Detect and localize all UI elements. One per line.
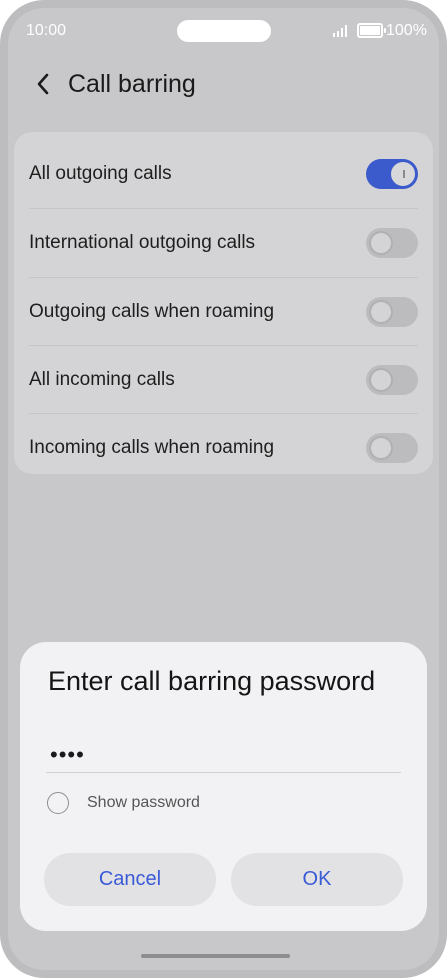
item-label: International outgoing calls [29,232,256,253]
show-password-checkbox[interactable] [47,792,69,814]
status-bar: 10:00 100% [8,8,439,52]
battery-icon [357,23,386,38]
list-item-all-incoming[interactable]: All incoming calls [29,346,418,414]
show-password-label[interactable]: Show password [87,794,200,812]
password-dialog: Enter call barring password •••• Show pa… [20,642,427,931]
home-indicator[interactable] [141,954,290,958]
ok-button[interactable]: OK [231,853,403,906]
chevron-left-icon[interactable] [32,72,56,96]
battery-percentage: 100% [386,22,427,39]
item-label: Incoming calls when roaming [29,437,275,458]
toggle-all-outgoing[interactable] [366,159,418,189]
toggle-international-outgoing[interactable] [366,228,418,258]
list-item-international-outgoing[interactable]: International outgoing calls [29,209,418,277]
status-time: 10:00 [26,22,67,39]
list-item-outgoing-roaming[interactable]: Outgoing calls when roaming [29,278,418,346]
password-field[interactable]: •••• [50,742,85,768]
cancel-button[interactable]: Cancel [44,853,216,906]
item-label: All incoming calls [29,369,175,390]
call-barring-list: All outgoing calls International outgoin… [14,132,433,474]
item-label: All outgoing calls [29,163,172,184]
password-underline [46,772,401,773]
toggle-incoming-roaming[interactable] [366,433,418,463]
list-item-incoming-roaming[interactable]: Incoming calls when roaming [29,414,418,482]
list-item-all-outgoing[interactable]: All outgoing calls [29,140,418,208]
screen: 10:00 100% Call barring All outgoing cal… [8,8,439,970]
header: Call barring [8,60,439,110]
toggle-outgoing-roaming[interactable] [366,297,418,327]
signal-icon [333,25,351,37]
phone-frame: 10:00 100% Call barring All outgoing cal… [0,0,447,978]
page-title: Call barring [68,70,196,98]
camera-notch [177,20,271,42]
dialog-title: Enter call barring password [48,666,376,696]
item-label: Outgoing calls when roaming [29,301,275,322]
toggle-all-incoming[interactable] [366,365,418,395]
